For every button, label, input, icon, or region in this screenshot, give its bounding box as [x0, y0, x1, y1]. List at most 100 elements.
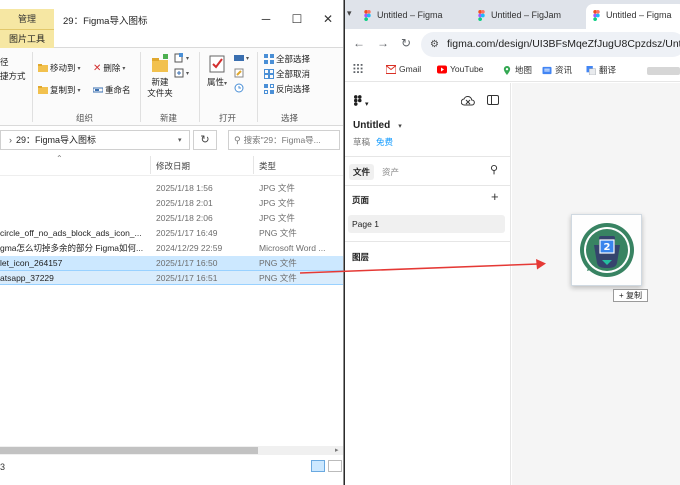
forward-icon[interactable]: →	[377, 36, 389, 50]
tab-title: Untitled – FigJam	[491, 10, 562, 20]
cloud-offline-icon[interactable]	[460, 95, 475, 109]
file-row[interactable]: gma怎么切掉多余的部分 Figma如何... 2024/12/29 22:59…	[0, 241, 343, 256]
file-row[interactable]: 2025/1/18 2:06 JPG 文件	[0, 211, 343, 226]
column-divider[interactable]	[253, 156, 254, 174]
manage-tab[interactable]: 管理	[0, 9, 54, 30]
address-bar[interactable]: › 29：Figma导入图标	[0, 130, 190, 150]
page-list-item[interactable]: Page 1	[348, 215, 505, 233]
details-view-icon[interactable]	[311, 460, 325, 472]
rename-label: 重命名	[105, 85, 131, 95]
tab-assets[interactable]: 资产	[378, 164, 403, 180]
list-header: ⌃ 修改日期 类型	[0, 154, 343, 176]
blurred-bookmark[interactable]	[647, 67, 680, 75]
search-icon[interactable]: ⚲	[490, 163, 498, 176]
free-plan-badge[interactable]: 免费	[376, 136, 393, 148]
apps-icon[interactable]	[353, 64, 363, 73]
figma-logo-icon	[354, 95, 362, 106]
panel-layout-icon[interactable]	[487, 95, 499, 108]
browser-toolbar: ← → ↻ ⚙ figma.com/design/UI3BFsMqeZfJugU…	[345, 29, 680, 60]
picture-tools-tab[interactable]: 图片工具	[0, 30, 54, 48]
chevron-right-icon: ›	[9, 135, 12, 145]
file-row-selected[interactable]: atsapp_37229 2025/1/17 16:51 PNG 文件	[0, 270, 343, 285]
file-name: Untitled	[353, 120, 391, 131]
file-row[interactable]: 2025/1/18 1:56 JPG 文件	[0, 181, 343, 196]
tab-figjam[interactable]: Untitled – FigJam	[471, 4, 581, 29]
tab-search-icon[interactable]: ▾	[347, 8, 352, 19]
file-date: 2025/1/18 2:06	[156, 213, 213, 223]
file-row[interactable]: circle_off_no_ads_block_ads_icon_... 202…	[0, 226, 343, 241]
bookmark-news[interactable]: 资讯	[542, 64, 572, 76]
history-button[interactable]	[234, 83, 244, 93]
back-icon[interactable]: ←	[353, 36, 365, 50]
group-open-label: 打开	[219, 113, 237, 123]
address-bar[interactable]: ⚙ figma.com/design/UI3BFsMqeZfJugU8Cpzds…	[421, 32, 680, 57]
annotation-arrow	[300, 259, 546, 274]
properties-button[interactable]: 属性▾	[200, 54, 234, 90]
address-path: 29：Figma导入图标	[16, 135, 97, 145]
rename-button[interactable]: 重命名	[93, 84, 131, 96]
bookmark-label: YouTube	[450, 64, 484, 74]
history-icon	[234, 83, 244, 93]
new-item-icon	[174, 53, 183, 63]
tab-title: Untitled – Figma	[606, 10, 672, 20]
bookmark-maps[interactable]: 地图	[502, 64, 532, 76]
cloud-icon	[460, 95, 475, 106]
new-folder-line1: 新建	[151, 77, 169, 87]
file-name-menu[interactable]: Untitled ▾	[353, 120, 402, 131]
bookmark-translate[interactable]: 翻译	[586, 64, 616, 76]
search-input[interactable]: ⚲ 搜索"29：Figma导...	[228, 130, 340, 150]
ribbon-divider	[32, 52, 33, 122]
tab-figma-active[interactable]: Untitled – Figma	[586, 4, 680, 29]
draft-label: 草稿	[353, 137, 371, 147]
select-all-label: 全部选择	[276, 54, 311, 64]
select-none-icon	[264, 69, 274, 79]
copy-to-label: 复制到	[50, 85, 76, 95]
select-all-button[interactable]: 全部选择	[264, 53, 310, 65]
scroll-right-icon[interactable]: ▸	[335, 446, 339, 454]
panel-divider	[345, 241, 511, 242]
copy-to-button[interactable]: 复制到 ▾	[38, 84, 81, 96]
figma-menu-icon[interactable]: ▾	[354, 95, 369, 109]
bookmark-gmail[interactable]: Gmail	[386, 64, 421, 74]
new-item-button[interactable]: ▾	[174, 53, 189, 63]
delete-button[interactable]: ✕ 删除 ▾	[93, 62, 125, 74]
tab-file[interactable]: 文件	[349, 164, 375, 180]
bookmark-youtube[interactable]: YouTube	[437, 64, 483, 74]
maximize-icon[interactable]: ☐	[285, 9, 309, 29]
add-page-icon[interactable]: +	[491, 189, 499, 204]
easy-access-icon	[174, 68, 184, 78]
horizontal-scrollbar[interactable]: ▸	[0, 446, 343, 455]
file-explorer-window: 管理 29：Figma导入图标 ─ ☐ ✕ 图片工具 径 捷方式 移动到 ▾ 复制…	[0, 0, 344, 485]
column-type[interactable]: 类型	[259, 160, 276, 172]
folder-move-icon	[38, 64, 48, 72]
scrollbar-thumb[interactable]	[0, 447, 258, 454]
refresh-button[interactable]: ↻	[193, 130, 217, 150]
chevron-down-icon[interactable]: ▾	[178, 136, 182, 144]
minimize-icon[interactable]: ─	[254, 9, 278, 29]
file-row[interactable]: 2025/1/18 2:01 JPG 文件	[0, 196, 343, 211]
edit-button[interactable]	[234, 68, 244, 78]
open-button[interactable]: ▾	[234, 53, 249, 63]
large-icons-view-icon[interactable]	[328, 460, 342, 472]
invert-selection-button[interactable]: 反向选择	[264, 83, 310, 95]
ribbon-cut-label[interactable]: 径	[0, 56, 9, 68]
easy-access-button[interactable]: ▾	[174, 68, 189, 78]
tab-title: Untitled – Figma	[377, 10, 443, 20]
translate-icon	[586, 65, 596, 75]
column-divider[interactable]	[150, 156, 151, 174]
file-date: 2024/12/29 22:59	[156, 243, 223, 253]
column-modified[interactable]: 修改日期	[156, 160, 190, 172]
close-icon[interactable]: ✕	[316, 9, 340, 29]
tab-figma-1[interactable]: Untitled – Figma	[357, 4, 467, 29]
new-folder-button[interactable]: 新建 文件夹	[143, 54, 177, 99]
figma-left-panel: ▾ Untitled ▾ 草稿 免费 文件 资产 ⚲ 页面 + Page 1 图层	[345, 83, 511, 485]
file-row-selected[interactable]: let_icon_264157 2025/1/17 16:50 PNG 文件	[0, 256, 343, 271]
panel-divider	[345, 156, 511, 157]
sort-caret-icon: ⌃	[56, 154, 63, 163]
reload-icon[interactable]: ↻	[401, 36, 411, 50]
file-type: JPG 文件	[259, 198, 295, 208]
move-to-button[interactable]: 移动到 ▾	[38, 62, 81, 74]
ribbon-shortcut-label[interactable]: 捷方式	[0, 70, 26, 82]
select-none-button[interactable]: 全部取消	[264, 68, 310, 80]
file-name: atsapp_37229	[0, 273, 54, 283]
